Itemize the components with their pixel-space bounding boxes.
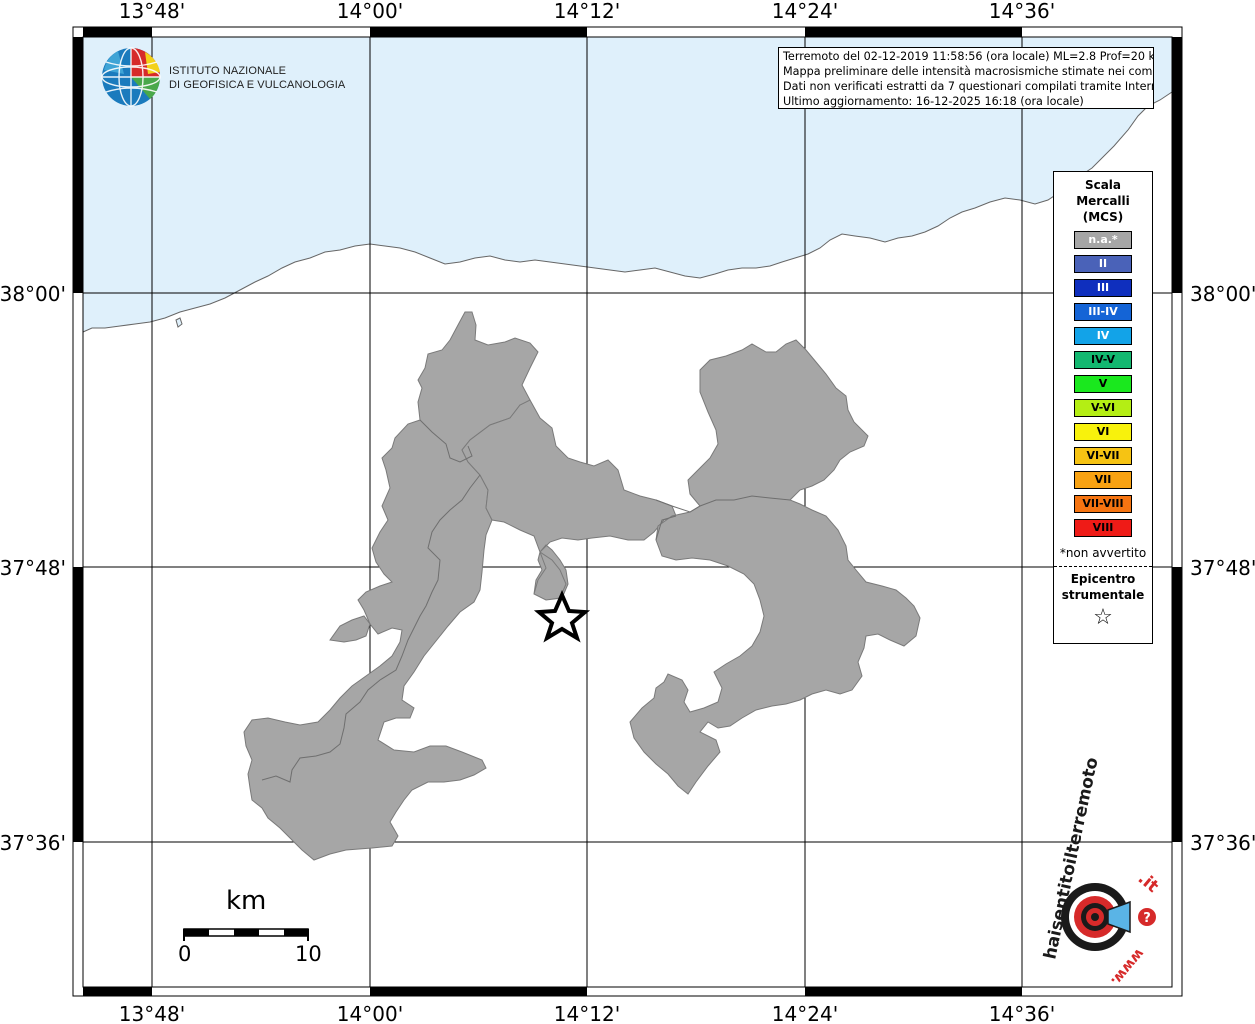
legend-items: n.a.* II III III-IV IV IV-V V V-VI VI VI-VII VII VI…	[1054, 231, 1152, 537]
longitude-labels-top: 13°48' 14°00' 14°12' 14°24' 14°36'	[119, 0, 1055, 23]
event-info-line1: Terremoto del 02-12-2019 11:58:56 (ora l…	[783, 50, 1154, 63]
lon-label: 13°48'	[119, 0, 185, 23]
hsit-text-it: .it	[1134, 869, 1162, 897]
latitude-labels-left: 38°00' 37°48' 37°36'	[0, 282, 66, 855]
legend-item: VII-VIII	[1074, 495, 1132, 513]
scale-unit: km	[226, 886, 267, 916]
lon-label: 14°12'	[554, 0, 620, 23]
lat-label: 38°00'	[0, 282, 66, 306]
event-info-line3: Dati non verificati estratti da 7 questi…	[783, 80, 1154, 93]
legend-title-line2: Mercalli	[1076, 194, 1130, 208]
scale-start: 0	[178, 942, 192, 966]
municipality-small-west	[329, 615, 371, 643]
legend-epicenter-line1: Epicentro	[1070, 572, 1136, 586]
ingv-name: ISTITUTO NAZIONALE DI GEOFISICA E VULCAN…	[169, 64, 345, 92]
legend-item: II	[1074, 255, 1132, 273]
longitude-labels-bottom: 13°48' 14°00' 14°12' 14°24' 14°36'	[119, 1002, 1055, 1024]
lon-label: 14°00'	[337, 1002, 403, 1024]
epicenter-star	[533, 590, 591, 643]
ingv-logo	[101, 47, 161, 107]
lat-label: 38°00'	[1190, 282, 1255, 306]
hsit-logo: ? haisentitoilterremoto .it www.	[1040, 756, 1162, 989]
lon-label: 14°36'	[989, 1002, 1055, 1024]
scale-bar	[183, 928, 309, 941]
lon-label: 14°12'	[554, 1002, 620, 1024]
event-info-line4: Ultimo aggiornamento: 16-12-2025 16:18 (…	[783, 95, 1084, 108]
legend-item: V	[1074, 375, 1132, 393]
legend-star-icon: ☆	[1093, 605, 1113, 630]
lat-label: 37°48'	[1190, 556, 1255, 580]
legend-title: Scala Mercalli (MCS)	[1054, 177, 1152, 225]
legend-title-line1: Scala	[1084, 178, 1122, 192]
legend-item: III-IV	[1074, 303, 1132, 321]
event-info-line2: Mappa preliminare delle intensità macros…	[783, 65, 1154, 78]
legend-item: VII	[1074, 471, 1132, 489]
lon-label: 14°36'	[989, 0, 1055, 23]
latitude-labels-right: 38°00' 37°48' 37°36'	[1190, 282, 1255, 855]
lon-label: 14°24'	[772, 0, 838, 23]
legend-epicenter-line2: strumentale	[1061, 588, 1145, 602]
lon-label: 13°48'	[119, 1002, 185, 1024]
legend-item: VI	[1074, 423, 1132, 441]
legend-item: III	[1074, 279, 1132, 297]
legend-item: IV-V	[1074, 351, 1132, 369]
legend-title-line3: (MCS)	[1082, 210, 1124, 224]
intensity-legend: Scala Mercalli (MCS) n.a.* II III III-IV IV I…	[1053, 171, 1153, 644]
hsit-question: ?	[1143, 911, 1151, 926]
legend-item: IV	[1074, 327, 1132, 345]
legend-item: VI-VII	[1074, 447, 1132, 465]
legend-epicenter-label: Epicentro strumentale	[1054, 571, 1152, 603]
lat-label: 37°36'	[1190, 831, 1255, 855]
lat-label: 37°36'	[0, 831, 66, 855]
small-island	[175, 317, 183, 328]
lon-label: 14°24'	[772, 1002, 838, 1024]
legend-note: *non avvertito	[1054, 546, 1152, 567]
lon-label: 14°00'	[337, 0, 403, 23]
municipality-center	[461, 399, 677, 601]
municipalities	[243, 311, 921, 861]
municipality-west	[243, 311, 539, 861]
ingv-name-line1: ISTITUTO NAZIONALE	[169, 65, 287, 77]
legend-item: V-VI	[1074, 399, 1132, 417]
ingv-name-line2: DI GEOFISICA E VULCANOLOGIA	[169, 79, 346, 91]
legend-item: n.a.*	[1074, 231, 1132, 249]
legend-item: VIII	[1074, 519, 1132, 537]
hsit-text-www: www.	[1107, 945, 1147, 988]
lat-label: 37°48'	[0, 556, 66, 580]
event-info-box: Terremoto del 02-12-2019 11:58:56 (ora l…	[778, 47, 1154, 109]
scale-end: 10	[295, 942, 322, 966]
